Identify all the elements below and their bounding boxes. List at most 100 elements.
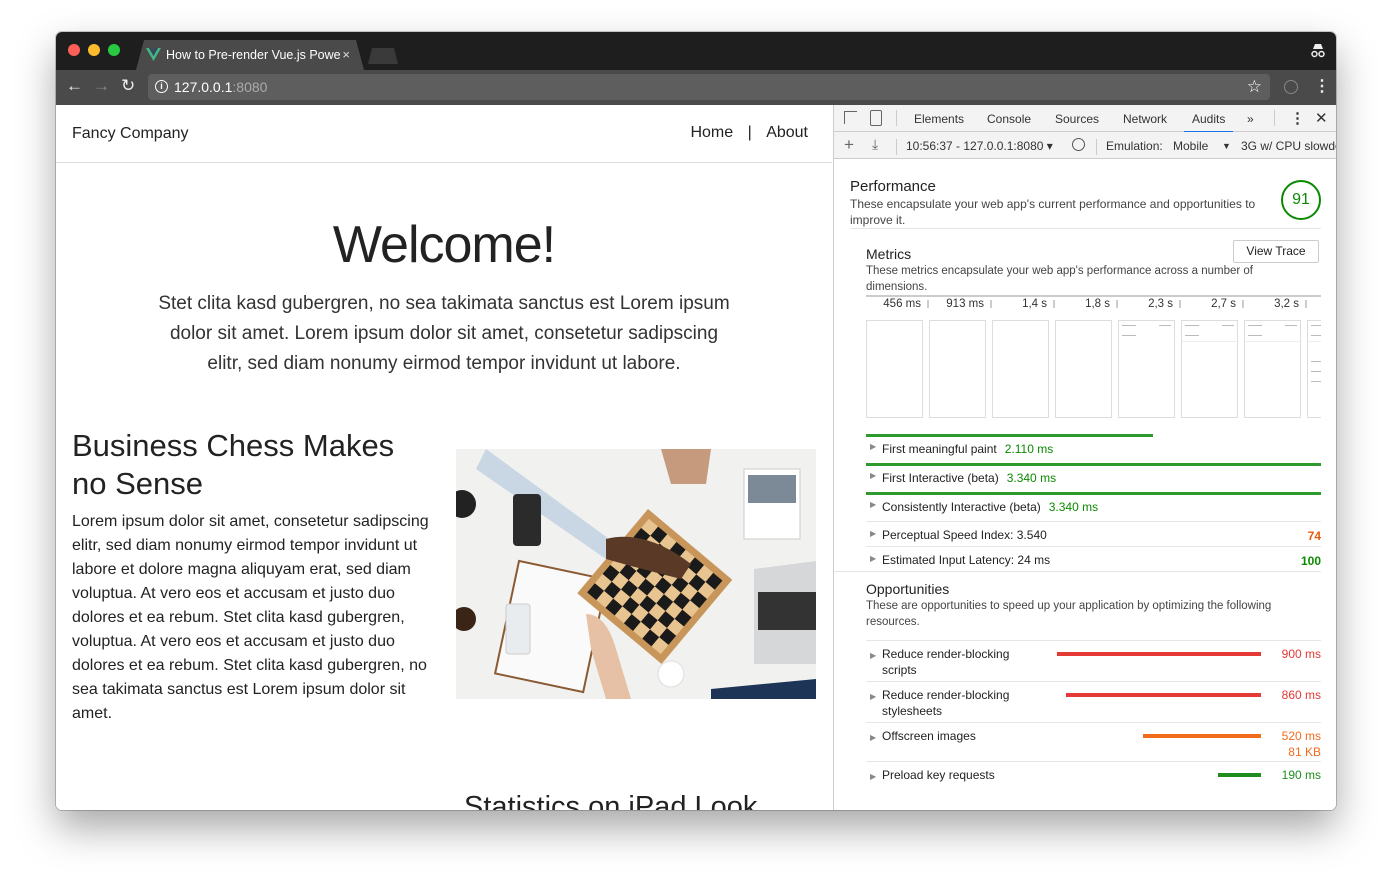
filmstrip-frame	[1307, 320, 1321, 418]
metric-bar	[866, 463, 1321, 466]
browser-toolbar: ← → ↻ i 127.0.0.1:8080 ☆ ⋮	[56, 70, 1336, 105]
dropdown-arrow-icon[interactable]: ▼	[1222, 141, 1231, 151]
timeline-tick: 1,4 s	[992, 298, 1055, 310]
opportunity-size: 81 KB	[1288, 745, 1321, 759]
throttle-select[interactable]: 3G w/ CPU slowdown	[1241, 139, 1336, 153]
metric-name: First Interactive (beta)	[882, 471, 999, 485]
site-nav: Home | About	[680, 124, 808, 142]
expand-arrow-icon[interactable]: ▶	[870, 529, 876, 538]
vue-logo-icon	[146, 48, 161, 61]
expand-arrow-icon[interactable]: ▶	[870, 692, 876, 701]
opportunity-value: 900 ms	[1281, 647, 1321, 661]
opportunity-bar	[1143, 734, 1261, 738]
metric-value: 3.340 ms	[1006, 471, 1057, 485]
opportunity-bar	[1066, 693, 1261, 697]
filmstrip-timeline: 456 ms 913 ms 1,4 s 1,8 s 2,3 s 2,7 s 3,2 s	[866, 295, 1321, 315]
filmstrip-frame	[1244, 320, 1302, 418]
filmstrip-frame	[1055, 320, 1112, 418]
device-toolbar-icon[interactable]	[870, 110, 882, 126]
performance-score-gauge: 91	[1281, 180, 1321, 220]
performance-desc: These encapsulate your web app's current…	[850, 197, 1256, 227]
filmstrip-frame	[929, 320, 986, 418]
star-icon[interactable]: ☆	[1247, 74, 1262, 100]
expand-arrow-icon[interactable]: ▶	[870, 442, 876, 451]
forward-icon[interactable]: →	[93, 76, 110, 96]
opportunity-row[interactable]: ▶ Reduce render-blocking scripts 900 ms	[866, 640, 1321, 681]
section-title: Business Chess Makes no Sense	[72, 428, 395, 501]
hero-text: Stet clita kasd gubergren, no sea takima…	[158, 293, 730, 374]
browser-tab[interactable]: How to Pre-render Vue.js Powe ×	[136, 40, 364, 70]
web-page: Fancy Company Home | About Welcome! Stet…	[56, 105, 832, 810]
tab-network[interactable]: Network	[1123, 112, 1167, 126]
opportunity-label: Reduce render-blocking scripts	[882, 647, 1010, 677]
url-port: :8080	[232, 79, 268, 95]
metric-bar	[866, 434, 1154, 437]
tab-elements[interactable]: Elements	[914, 112, 964, 126]
metric-label: First Interactive (beta) 3.340 ms	[882, 471, 1056, 485]
timeline-tick: 2,3 s	[1118, 298, 1181, 310]
expand-arrow-icon[interactable]: ▶	[870, 554, 876, 563]
nav-home-link[interactable]: Home	[690, 124, 733, 141]
metric-name: First meaningful paint	[882, 442, 997, 456]
filmstrip-frame	[992, 320, 1049, 418]
tab-close-icon[interactable]: ×	[342, 40, 350, 70]
opportunity-value: 190 ms	[1281, 768, 1321, 782]
metric-row[interactable]: ▶ Consistently Interactive (beta) 3.340 ms	[866, 492, 1321, 521]
tab-audits[interactable]: Audits	[1184, 112, 1234, 133]
opportunity-bar	[1217, 773, 1261, 777]
opportunity-row[interactable]: ▶ Offscreen images 520 ms 81 KB	[866, 722, 1321, 763]
tab-sources[interactable]: Sources	[1055, 112, 1099, 126]
devtools-close-icon[interactable]: ✕	[1315, 109, 1328, 127]
next-section-title: Statistics on iPad Look	[464, 791, 758, 810]
expand-arrow-icon[interactable]: ▶	[870, 500, 876, 509]
audit-report: Performance These encapsulate your web a…	[834, 160, 1336, 810]
site-brand[interactable]: Fancy Company	[72, 125, 189, 143]
view-trace-button[interactable]: View Trace	[1233, 240, 1319, 263]
metric-row[interactable]: ▶ First Interactive (beta) 3.340 ms	[866, 463, 1321, 492]
info-icon[interactable]: i	[155, 80, 168, 93]
metrics-desc: These metrics encapsulate your web app's…	[866, 265, 1253, 293]
metric-name: Consistently Interactive (beta)	[882, 500, 1041, 514]
metric-label: Perceptual Speed Index: 3.540	[882, 528, 1047, 542]
inspect-element-icon[interactable]	[844, 111, 857, 124]
more-tabs-button[interactable]: »	[1247, 112, 1254, 126]
nav-separator: |	[747, 124, 752, 141]
timeline-tick: 456 ms	[866, 298, 929, 310]
devtools-tabs: Elements Console Sources Network Audits …	[834, 105, 1336, 133]
emulation-select[interactable]: Mobile	[1173, 139, 1208, 153]
emulation-label: Emulation:	[1106, 139, 1163, 153]
metric-score: 74	[1307, 529, 1321, 543]
nav-about-link[interactable]: About	[766, 124, 808, 141]
opportunity-row[interactable]: ▶ Preload key requests 190 ms	[866, 761, 1321, 800]
expand-arrow-icon[interactable]: ▶	[870, 772, 876, 781]
close-window-button[interactable]	[68, 44, 80, 56]
tab-console[interactable]: Console	[987, 112, 1031, 126]
metric-score: 100	[1300, 554, 1321, 568]
performance-title: Performance	[850, 178, 936, 195]
minimize-window-button[interactable]	[88, 44, 100, 56]
opportunity-label: Offscreen images	[882, 729, 976, 743]
site-header: Fancy Company Home | About	[56, 105, 832, 163]
report-select[interactable]: 10:56:37 - 127.0.0.1:8080 ▾	[906, 139, 1053, 153]
reload-icon[interactable]: ↻	[121, 76, 135, 96]
address-bar[interactable]: i 127.0.0.1:8080 ☆	[148, 74, 1270, 100]
opportunity-row[interactable]: ▶ Reduce render-blocking stylesheets 860 m…	[866, 681, 1321, 722]
download-icon[interactable]: ⤓	[872, 136, 878, 153]
expand-arrow-icon[interactable]: ▶	[870, 733, 876, 742]
extension-icon[interactable]	[1284, 80, 1298, 94]
new-audit-icon[interactable]: +	[844, 135, 854, 155]
expand-arrow-icon[interactable]: ▶	[870, 471, 876, 480]
clear-icon[interactable]	[1072, 138, 1085, 151]
back-icon[interactable]: ←	[66, 76, 83, 96]
opportunities-desc: These are opportunities to speed up your…	[866, 600, 1272, 628]
menu-icon[interactable]: ⋮	[1314, 76, 1330, 96]
title-bar: How to Pre-render Vue.js Powe ×	[56, 32, 1336, 70]
metrics-title: Metrics	[866, 246, 912, 262]
metric-row[interactable]: ▶ First meaningful paint 2.110 ms	[866, 434, 1321, 463]
devtools-menu-icon[interactable]: ⋮	[1290, 109, 1305, 127]
new-tab-button[interactable]	[368, 48, 398, 64]
timeline-tick: 913 ms	[929, 298, 992, 310]
expand-arrow-icon[interactable]: ▶	[870, 651, 876, 660]
timeline-tick: 2,7 s	[1181, 298, 1244, 310]
maximize-window-button[interactable]	[108, 44, 120, 56]
